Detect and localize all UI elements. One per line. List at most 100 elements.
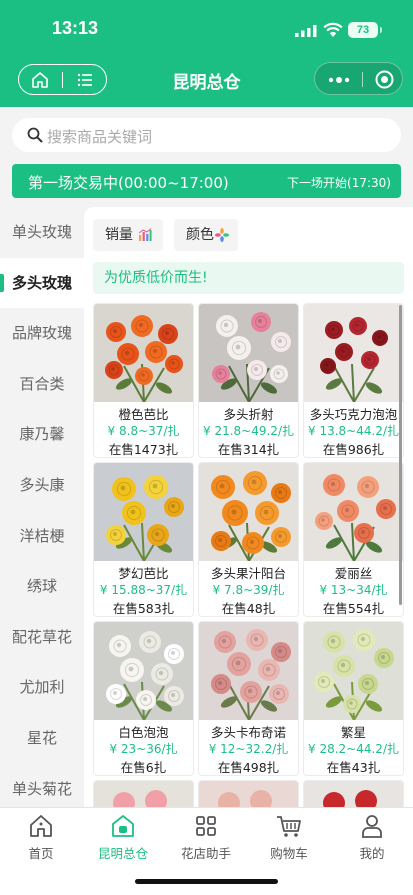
product-card[interactable]: [93, 780, 194, 807]
product-image[interactable]: [304, 622, 403, 720]
signal-icon: [295, 25, 317, 37]
sidebar-item[interactable]: 单头菊花: [0, 764, 84, 807]
search-icon: [27, 127, 43, 143]
product-price: ¥ 21.8~49.2/扎: [203, 424, 294, 438]
product-name: 橙色芭比: [118, 407, 169, 422]
sidebar-item[interactable]: 百合类: [0, 359, 84, 410]
sidebar-item[interactable]: 多头康: [0, 460, 84, 511]
sidebar-item[interactable]: 尤加利: [0, 662, 84, 713]
product-image[interactable]: [304, 304, 403, 402]
product-name: 白色泡泡: [118, 725, 169, 740]
product-name: 爱丽丝: [334, 566, 373, 581]
product-image[interactable]: [94, 781, 193, 807]
sidebar-item[interactable]: 品牌玫瑰: [0, 308, 84, 359]
product-image[interactable]: [199, 304, 298, 402]
sidebar-item[interactable]: 配花草花: [0, 612, 84, 663]
sidebar-item[interactable]: 康乃馨: [0, 409, 84, 460]
current-session-text: 第一场交易中(00:00~17:00): [28, 174, 229, 192]
wifi-icon: [323, 22, 343, 37]
sidebar-item[interactable]: 单头玫瑰: [0, 207, 84, 258]
search-input[interactable]: 搜索商品关键词: [12, 118, 401, 152]
product-name: 多头卡布奇诺: [210, 725, 286, 740]
app-header: 13:13 73 昆明总仓: [0, 0, 413, 107]
product-stock: 在售48扎: [221, 601, 276, 616]
home-indicator: [135, 879, 278, 884]
slogan-banner: 为优质低价而生!: [93, 262, 404, 294]
sort-sales-button[interactable]: 销量: [93, 219, 163, 251]
product-stock: 在售554扎: [322, 601, 385, 616]
product-card[interactable]: [303, 780, 404, 807]
sort-sales-label: 销量: [105, 227, 133, 243]
filter-color-button[interactable]: 颜色: [174, 219, 238, 251]
close-miniprogram-icon[interactable]: [375, 70, 394, 89]
product-card[interactable]: 白色泡泡 ¥ 23~36/扎 在售6扎: [93, 621, 194, 776]
tab-label: 首页: [28, 846, 54, 861]
tab-label: 我的: [359, 846, 385, 861]
sidebar-item[interactable]: 洋桔梗: [0, 511, 84, 562]
product-card[interactable]: 梦幻芭比 ¥ 15.88~37/扎 在售583扎: [93, 462, 194, 617]
product-card[interactable]: 多头卡布奇诺 ¥ 12~32.2/扎 在售498扎: [198, 621, 299, 776]
product-stock: 在售43扎: [326, 760, 381, 775]
product-card[interactable]: 多头巧克力泡泡 ¥ 13.8~44.2/扎 在售986扎: [303, 303, 404, 458]
more-icon[interactable]: [328, 77, 350, 83]
trading-session-banner: 第一场交易中(00:00~17:00) 下一场开始(17:30): [12, 164, 401, 198]
warehouse-icon: [112, 815, 134, 837]
product-image[interactable]: [94, 622, 193, 720]
product-stock: 在售583扎: [112, 601, 175, 616]
product-image[interactable]: [94, 304, 193, 402]
product-price: ¥ 7.8~39/扎: [212, 583, 285, 597]
product-card[interactable]: 多头果汁阳台 ¥ 7.8~39/扎 在售48扎: [198, 462, 299, 617]
tab-label: 花店助手: [180, 846, 231, 861]
status-time: 13:13: [52, 18, 99, 38]
product-name: 梦幻芭比: [118, 566, 169, 581]
tab-warehouse[interactable]: 昆明总仓: [83, 812, 163, 862]
product-image[interactable]: [304, 781, 403, 807]
sidebar-item[interactable]: 星花: [0, 713, 84, 764]
capsule-divider: [362, 72, 363, 87]
filter-color-label: 颜色: [186, 227, 214, 243]
product-stock: 在售6扎: [120, 760, 167, 775]
product-image[interactable]: [199, 463, 298, 561]
product-stock: 在售498扎: [217, 760, 280, 775]
home-icon: [30, 815, 52, 837]
product-name: 繁星: [340, 725, 366, 740]
product-image[interactable]: [199, 622, 298, 720]
product-price: ¥ 13~34/扎: [319, 583, 388, 597]
product-price: ¥ 8.8~37/扎: [107, 424, 180, 438]
color-palette-icon: [215, 228, 229, 242]
product-price: ¥ 23~36/扎: [109, 742, 178, 756]
product-price: ¥ 12~32.2/扎: [208, 742, 289, 756]
sidebar-item[interactable]: 多头玫瑰: [0, 257, 84, 309]
tab-assistant[interactable]: 花店助手: [166, 812, 246, 862]
tab-profile[interactable]: 我的: [332, 812, 412, 862]
product-stock: 在售986扎: [322, 442, 385, 457]
tab-label: 昆明总仓: [97, 846, 148, 861]
product-price: ¥ 28.2~44.2/扎: [308, 742, 399, 756]
battery-indicator: 73: [348, 22, 382, 38]
grid-icon: [196, 816, 216, 836]
user-icon: [362, 815, 382, 838]
tab-home[interactable]: 首页: [1, 812, 81, 862]
product-image[interactable]: [304, 463, 403, 561]
product-stock: 在售1473扎: [108, 442, 179, 457]
miniprogram-capsule: [314, 62, 403, 95]
product-price: ¥ 13.8~44.2/扎: [308, 424, 399, 438]
product-card[interactable]: 爱丽丝 ¥ 13~34/扎 在售554扎: [303, 462, 404, 617]
sidebar-item[interactable]: 绣球: [0, 561, 84, 612]
product-card[interactable]: 繁星 ¥ 28.2~44.2/扎 在售43扎: [303, 621, 404, 776]
cart-icon: [277, 816, 301, 837]
product-image[interactable]: [94, 463, 193, 561]
product-card[interactable]: 橙色芭比 ¥ 8.8~37/扎 在售1473扎: [93, 303, 194, 458]
product-card[interactable]: 多头折射 ¥ 21.8~49.2/扎 在售314扎: [198, 303, 299, 458]
tab-cart[interactable]: 购物车: [249, 812, 329, 862]
tab-label: 购物车: [270, 846, 308, 861]
product-price: ¥ 15.88~37/扎: [99, 583, 188, 597]
next-session-text: 下一场开始(17:30): [287, 176, 391, 190]
bar-chart-icon: [138, 228, 152, 241]
product-image[interactable]: [199, 781, 298, 807]
product-card[interactable]: [198, 780, 299, 807]
search-placeholder: 搜索商品关键词: [47, 128, 153, 146]
product-name: 多头果汁阳台: [210, 566, 286, 581]
scrollbar[interactable]: [399, 305, 402, 605]
product-stock: 在售314扎: [217, 442, 280, 457]
